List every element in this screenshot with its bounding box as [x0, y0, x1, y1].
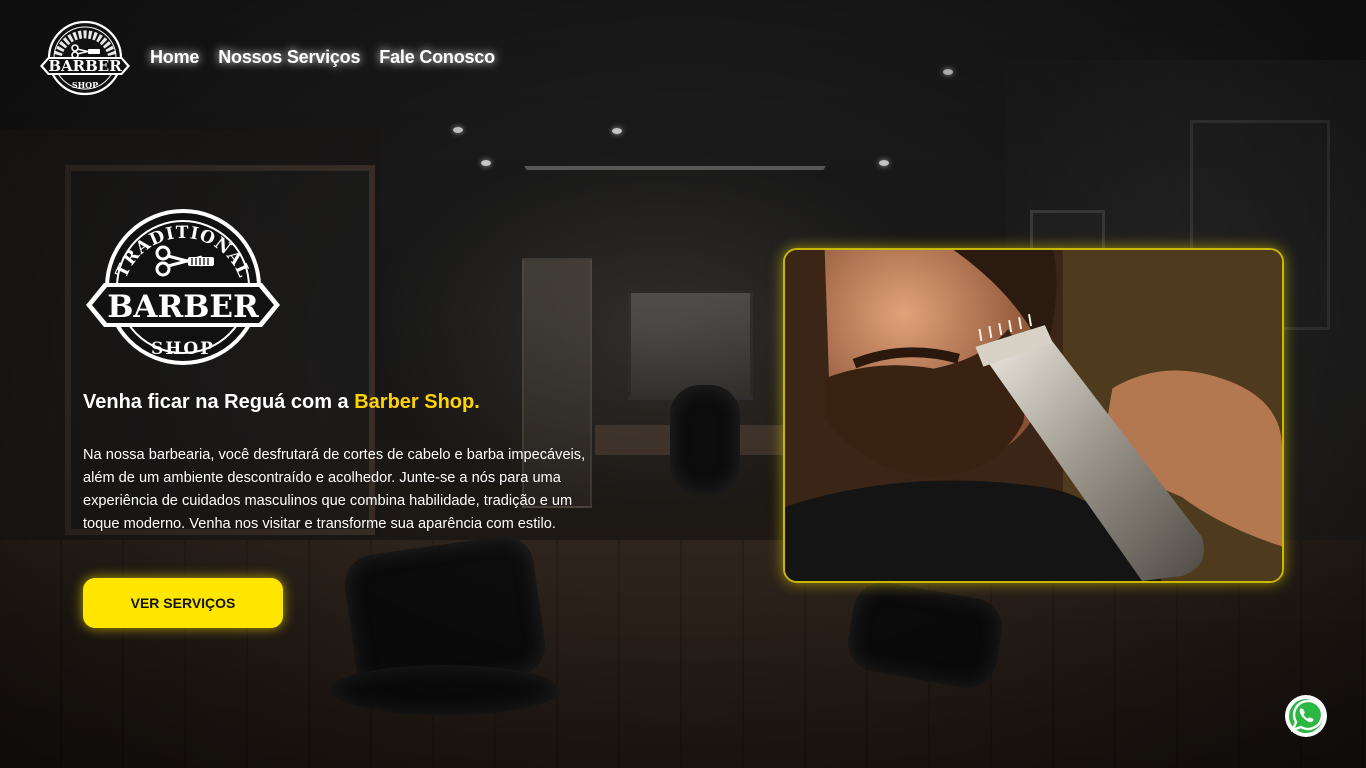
nav-fale-conosco[interactable]: Fale Conosco [379, 47, 495, 68]
hero-logo: TRADITIONAL BARBER SHOP [84, 207, 282, 367]
hero-photo [783, 248, 1284, 583]
hero-tagline: Venha ficar na Reguá com a Barber Shop. [83, 391, 480, 414]
whatsapp-icon [1285, 695, 1327, 737]
svg-text:BARBER: BARBER [107, 289, 259, 325]
svg-text:SHOP: SHOP [151, 339, 215, 359]
barber-shop-logo-icon: TRADITIONAL BARBER SHOP [86, 209, 280, 365]
whatsapp-button[interactable] [1284, 694, 1328, 738]
tagline-prefix: Venha ficar na Reguá com a [83, 391, 355, 413]
svg-text:BARBER: BARBER [48, 57, 122, 75]
ver-servicos-button[interactable]: VER SERVIÇOS [83, 578, 283, 628]
site-header: BARBER SHOP Home Nossos Serviços Fale Co… [38, 18, 495, 98]
svg-text:SHOP: SHOP [72, 80, 98, 90]
main-nav: Home Nossos Serviços Fale Conosco [150, 47, 495, 68]
tagline-brand: Barber Shop. [354, 391, 480, 413]
hero-description: Na nossa barbearia, você desfrutará de c… [83, 447, 586, 532]
nav-home[interactable]: Home [150, 47, 199, 68]
nav-nossos-servicos[interactable]: Nossos Serviços [218, 47, 360, 68]
barber-shop-logo-icon: BARBER SHOP [40, 20, 130, 96]
header-logo[interactable]: BARBER SHOP [38, 19, 132, 97]
man-beard-trim-photo-icon [785, 250, 1282, 581]
